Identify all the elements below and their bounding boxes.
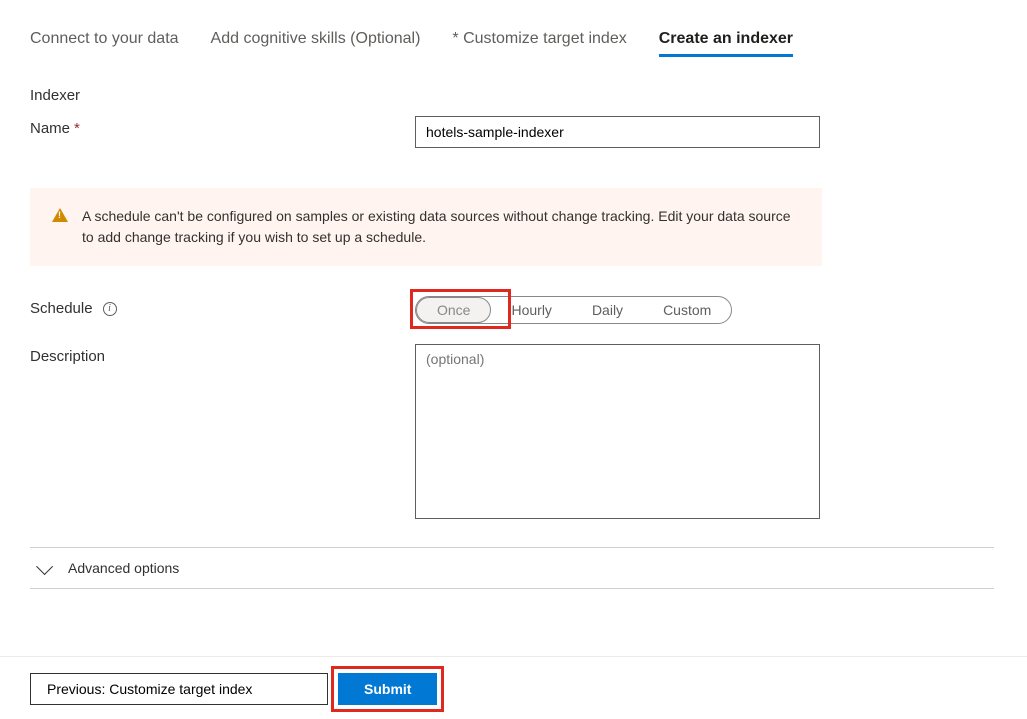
tab-customize[interactable]: * Customize target index [452, 30, 626, 57]
schedule-option-daily[interactable]: Daily [572, 297, 643, 323]
schedule-option-hourly[interactable]: Hourly [491, 297, 571, 323]
info-icon[interactable]: i [103, 302, 117, 316]
warning-text: A schedule can't be configured on sample… [82, 206, 800, 248]
advanced-options-toggle[interactable]: Advanced options [30, 547, 994, 589]
label-schedule: Schedule i [30, 296, 415, 317]
previous-button[interactable]: Previous: Customize target index [30, 673, 328, 705]
name-input[interactable] [415, 116, 820, 148]
advanced-options-label: Advanced options [68, 560, 179, 576]
required-asterisk: * [74, 120, 80, 137]
description-input[interactable] [415, 344, 820, 519]
warning-icon [52, 208, 68, 222]
schedule-toggle-group: Once Hourly Daily Custom [415, 296, 732, 324]
section-heading-indexer: Indexer [30, 87, 997, 104]
submit-button[interactable]: Submit [338, 673, 437, 705]
label-description: Description [30, 344, 415, 365]
footer-bar: Previous: Customize target index Submit [0, 656, 1027, 719]
wizard-tabs: Connect to your data Add cognitive skill… [30, 30, 997, 57]
tab-create-indexer[interactable]: Create an indexer [659, 30, 793, 57]
tab-connect[interactable]: Connect to your data [30, 30, 179, 57]
chevron-down-icon [36, 558, 53, 575]
label-name: Name * [30, 116, 415, 137]
warning-banner: A schedule can't be configured on sample… [30, 188, 822, 266]
schedule-option-custom[interactable]: Custom [643, 297, 731, 323]
schedule-option-once[interactable]: Once [416, 297, 491, 323]
tab-cognitive[interactable]: Add cognitive skills (Optional) [211, 30, 421, 57]
